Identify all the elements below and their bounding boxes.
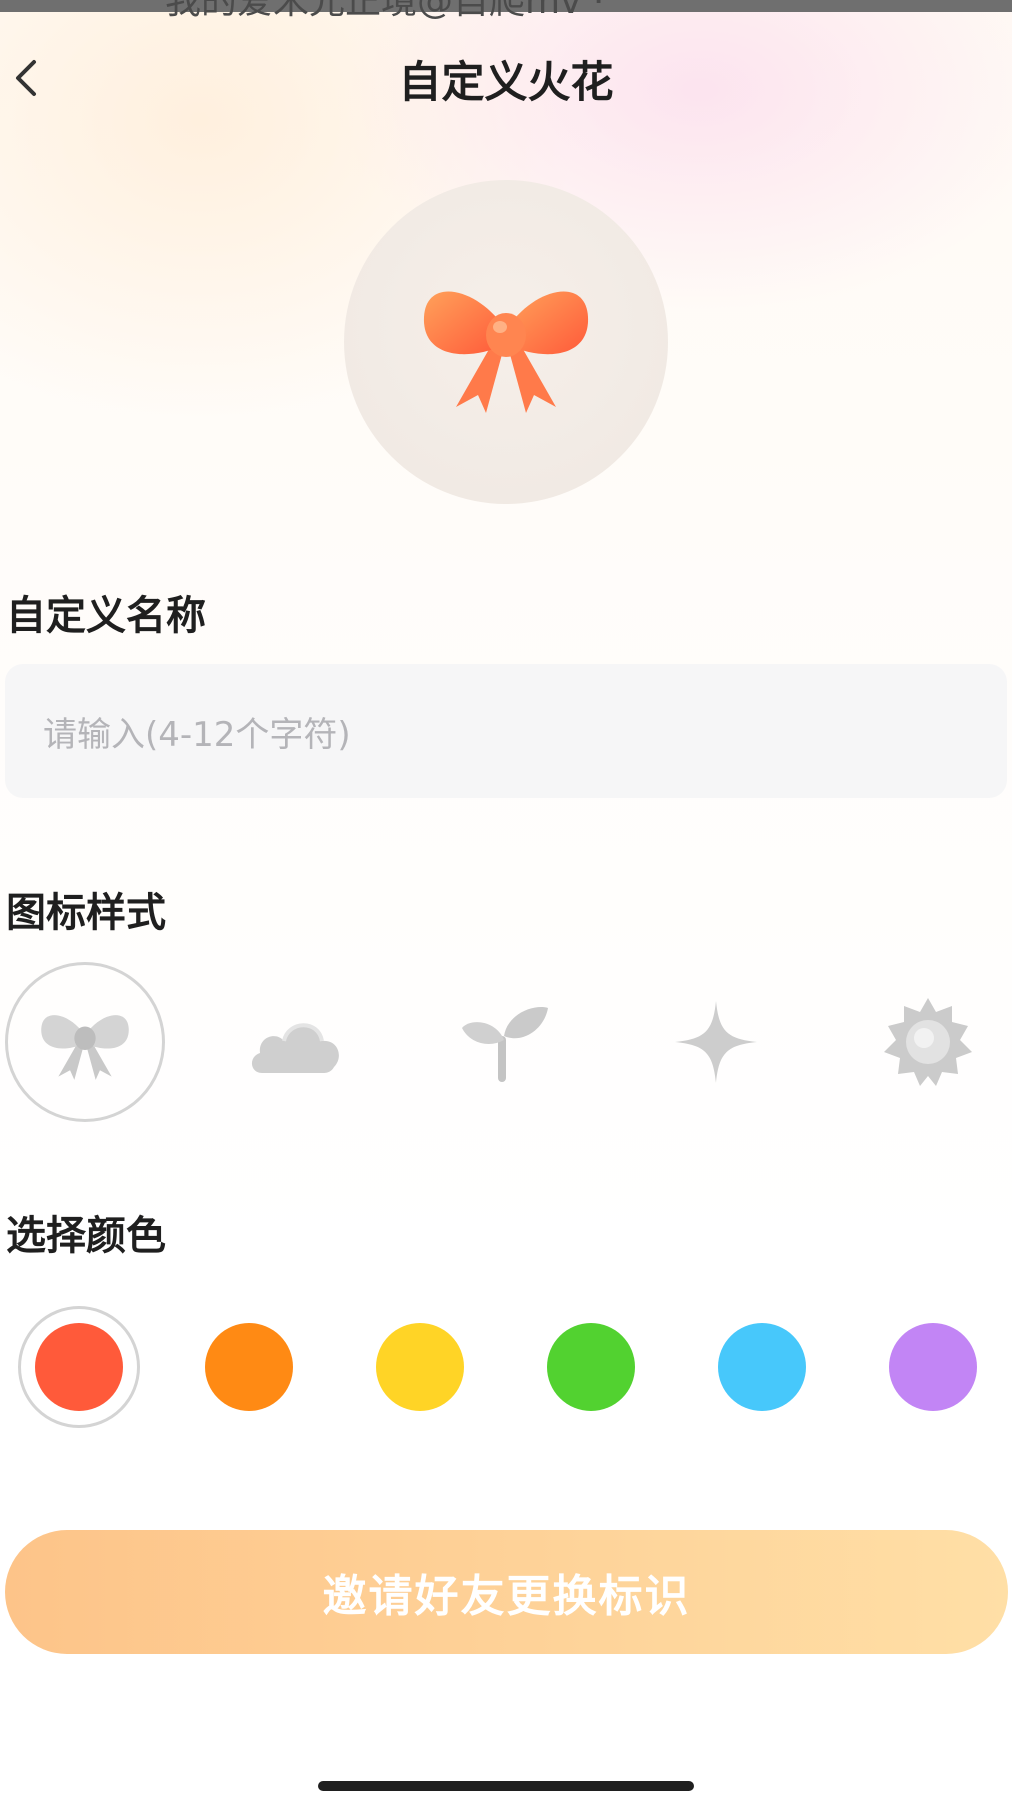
color-swatch-blue xyxy=(718,1323,806,1411)
icon-option-sprout[interactable] xyxy=(424,962,584,1122)
color-option-blue[interactable] xyxy=(701,1306,823,1428)
invite-friend-button[interactable]: 邀请好友更换标识 xyxy=(5,1530,1008,1654)
icon-option-bow[interactable] xyxy=(5,962,165,1122)
color-option-orange[interactable] xyxy=(188,1306,310,1428)
invite-friend-button-label: 邀请好友更换标识 xyxy=(322,1571,691,1622)
icon-option-sparkle[interactable] xyxy=(636,962,796,1122)
sprout-icon xyxy=(462,1007,548,1082)
bow-icon xyxy=(423,291,589,413)
color-option-yellow[interactable] xyxy=(359,1306,481,1428)
color-swatch-purple xyxy=(889,1323,977,1411)
bow-icon xyxy=(41,1015,129,1080)
color-option-purple[interactable] xyxy=(872,1306,994,1428)
preview-circle xyxy=(344,180,668,504)
page-background: 我的爱米兄正境@自爬mv · 自定义火花 自定义名称 请输入(4-12个字符) xyxy=(0,0,1012,1798)
icon-section-label: 图标样式 xyxy=(6,890,166,936)
color-section-label: 选择颜色 xyxy=(6,1213,166,1259)
page-title: 自定义火花 xyxy=(398,58,614,108)
color-option-green[interactable] xyxy=(530,1306,652,1428)
color-swatch-green xyxy=(547,1323,635,1411)
color-option-red[interactable] xyxy=(18,1306,140,1428)
sun-icon xyxy=(884,998,972,1086)
name-section-label: 自定义名称 xyxy=(6,593,206,639)
icon-option-cloud[interactable] xyxy=(216,962,376,1122)
cloud-icon xyxy=(251,1023,339,1073)
sparkle-icon xyxy=(675,1001,757,1083)
color-swatch-yellow xyxy=(376,1323,464,1411)
name-input-placeholder: 请输入(4-12个字符) xyxy=(43,714,351,755)
icon-option-sun[interactable] xyxy=(848,962,1008,1122)
name-input[interactable]: 请输入(4-12个字符) xyxy=(5,664,1007,798)
color-swatch-red xyxy=(35,1323,123,1411)
home-indicator xyxy=(318,1781,694,1791)
color-swatch-orange xyxy=(205,1323,293,1411)
status-strip: 我的爱米兄正境@自爬mv · xyxy=(0,0,1012,22)
status-strip-text: 我的爱米兄正境@自爬mv · xyxy=(165,0,605,22)
